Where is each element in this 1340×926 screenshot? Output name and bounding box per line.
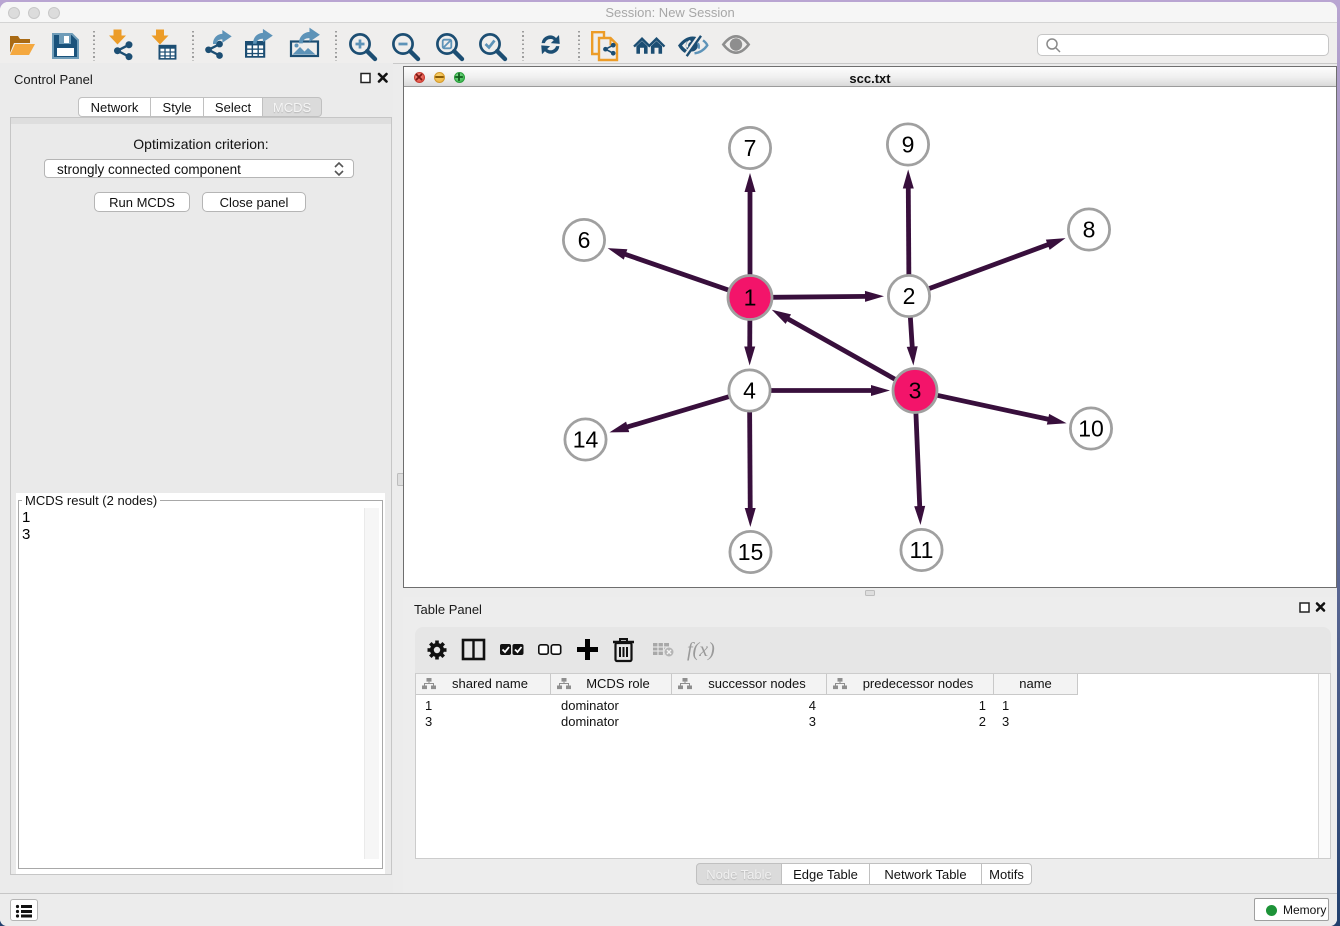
svg-text:3: 3	[909, 378, 922, 404]
svg-text:11: 11	[910, 537, 934, 563]
svg-text:9: 9	[902, 132, 915, 158]
svg-text:15: 15	[738, 539, 764, 565]
svg-text:14: 14	[573, 427, 599, 453]
svg-text:4: 4	[743, 378, 756, 404]
svg-text:10: 10	[1078, 416, 1104, 442]
svg-text:6: 6	[578, 227, 591, 253]
svg-text:8: 8	[1083, 217, 1096, 243]
svg-text:f(x): f(x)	[687, 639, 715, 661]
svg-text:1: 1	[744, 285, 757, 311]
svg-text:7: 7	[744, 135, 757, 161]
svg-text:2: 2	[903, 283, 916, 309]
